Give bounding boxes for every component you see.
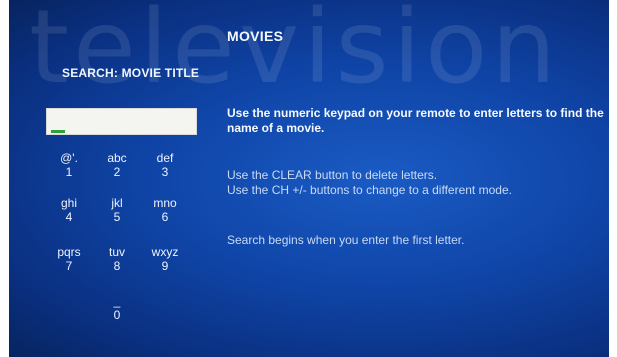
page-title: MOVIES [227,28,284,44]
media-center-screen: television MOVIES SEARCH: MOVIE TITLE @'… [9,0,609,357]
keypad-key-2[interactable]: abc 2 [97,151,137,180]
keypad-key-letters: abc [107,151,127,165]
keypad-key-letters: wxyz [151,245,179,259]
keypad-key-letters: pqrs [57,245,81,259]
keypad-key-digit: 8 [113,259,121,273]
keypad-key-8[interactable]: tuv 8 [97,245,137,274]
keypad-key-letters: jkl [111,196,123,210]
keypad-key-5[interactable]: jkl 5 [97,196,137,225]
mode-instructions: Use the CH +/- buttons to change to a di… [227,183,512,197]
keypad-key-letters: tuv [108,245,125,259]
watermark-text: television [29,0,561,107]
keypad-key-letters: def [156,151,174,165]
keypad-key-4[interactable]: ghi 4 [49,196,89,225]
keypad-key-digit: 1 [65,165,73,179]
search-label: SEARCH: MOVIE TITLE [62,66,200,80]
keypad-key-7[interactable]: pqrs 7 [49,245,89,274]
keypad-key-digit: 9 [161,259,169,273]
keypad-key-letters: _ [113,294,121,308]
keypad-key-9[interactable]: wxyz 9 [145,245,185,274]
clear-instructions: Use the CLEAR button to delete letters. [227,168,438,182]
keypad-key-3[interactable]: def 3 [145,151,185,180]
keypad-key-0[interactable]: _ 0 [97,294,137,323]
keypad-key-digit: 3 [161,165,169,179]
keypad-key-digit: 2 [113,165,121,179]
keypad-key-letters: ghi [60,196,77,210]
keypad-key-letters: @'. [60,151,78,165]
keypad-key-digit: 7 [65,259,73,273]
search-begin-note: Search begins when you enter the first l… [227,233,465,247]
search-input[interactable] [46,108,197,135]
keypad-key-6[interactable]: mno 6 [145,196,185,225]
keypad-key-digit: 0 [113,308,121,322]
keypad-key-digit: 6 [161,210,169,224]
keypad-key-digit: 5 [113,210,121,224]
keypad-key-letters: mno [153,196,177,210]
keypad-key-digit: 4 [65,210,73,224]
keypad-instructions: Use the numeric keypad on your remote to… [227,106,604,135]
text-caret [51,130,65,133]
keypad-key-1[interactable]: @'. 1 [49,151,89,180]
